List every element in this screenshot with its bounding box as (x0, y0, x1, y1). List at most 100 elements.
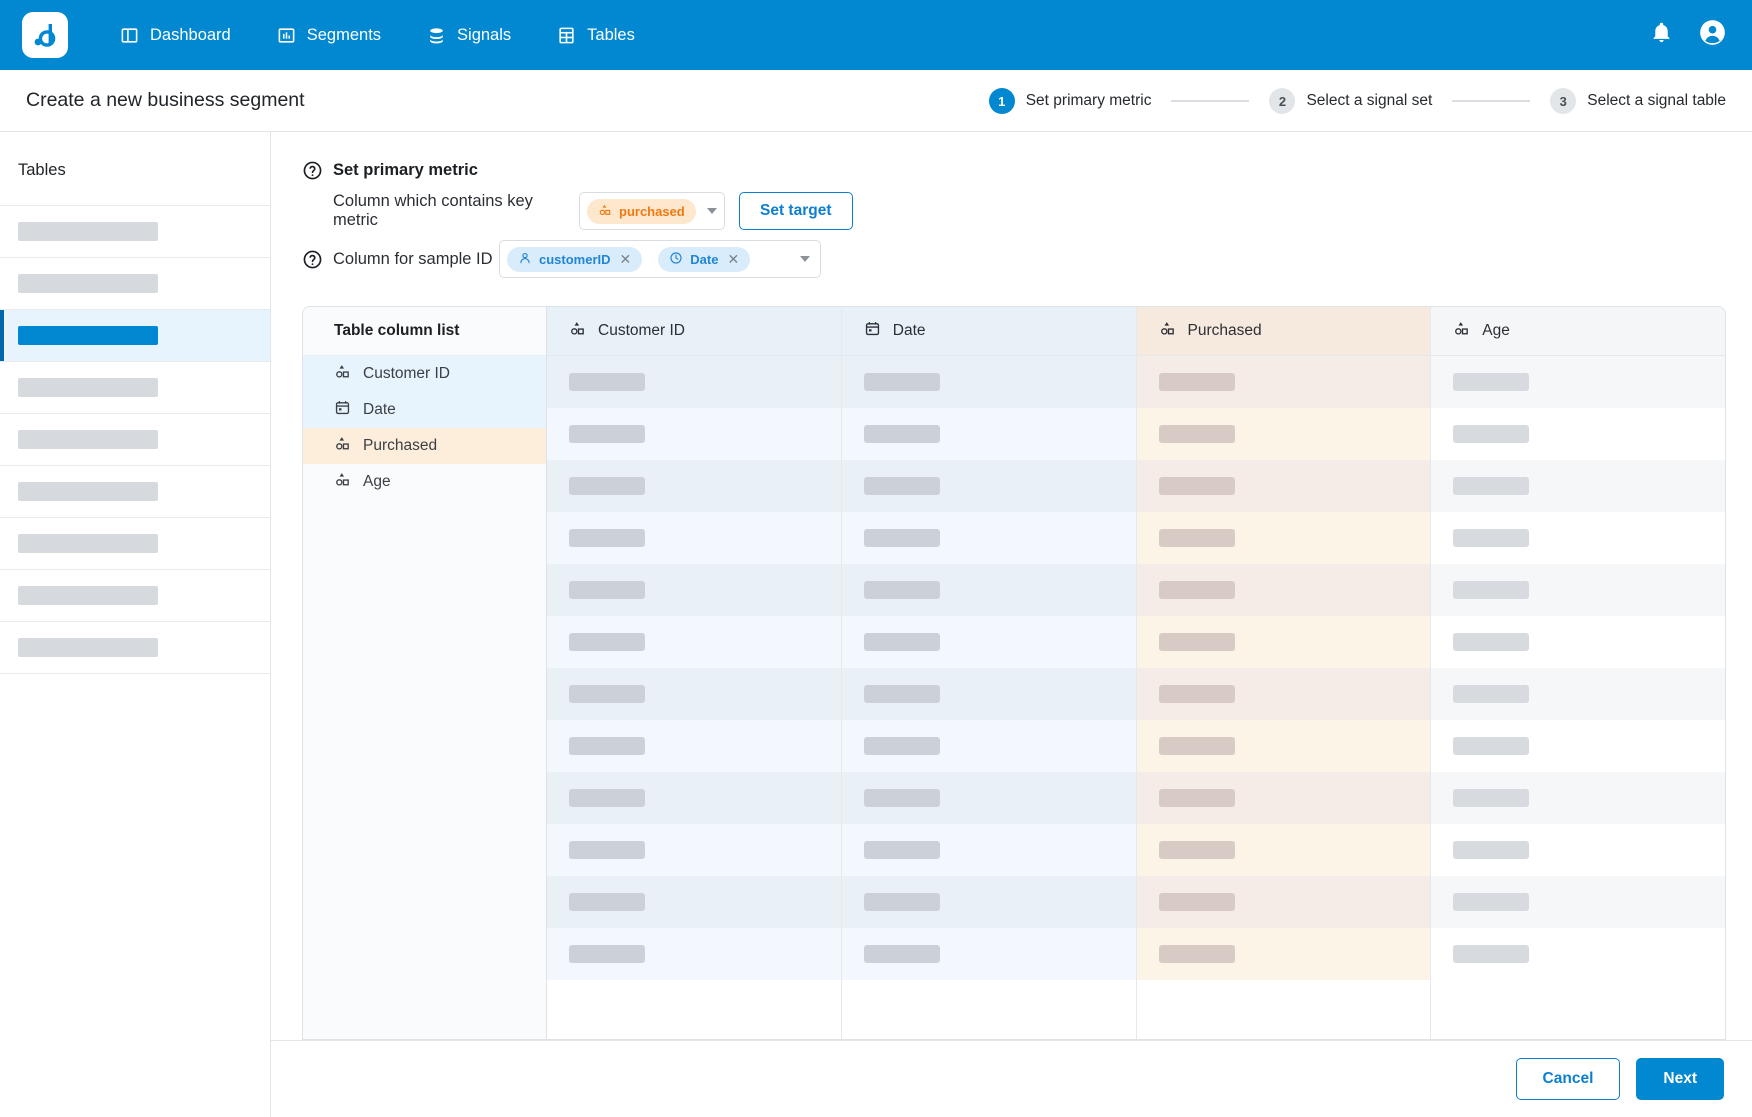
sidebar-table-item[interactable] (0, 205, 270, 258)
grid-cell (841, 668, 1136, 720)
grid-cell (841, 408, 1136, 460)
metric-chip-label: purchased (619, 203, 685, 219)
grid-cell (547, 564, 841, 616)
shapes-icon (598, 203, 612, 220)
wizard-stepper: 1 Set primary metric 2 Select a signal s… (988, 70, 1726, 132)
preview-grid: Customer ID Date Purchased Age (547, 307, 1725, 1039)
account-circle-icon[interactable] (1699, 19, 1726, 51)
nav-item-tables[interactable]: Tables (557, 0, 635, 70)
grid-header-date[interactable]: Date (841, 307, 1136, 356)
sidebar-table-item[interactable] (0, 257, 270, 310)
step-1-number: 1 (988, 88, 1015, 114)
grid-cell (547, 460, 841, 512)
sidebar-table-item[interactable] (0, 413, 270, 466)
nav-label-tables: Tables (587, 25, 635, 44)
grid-header-customer-id[interactable]: Customer ID (547, 307, 841, 356)
sample-id-select[interactable]: customerID ✕ Date ✕ (499, 240, 821, 278)
sidebar-table-item[interactable] (0, 621, 270, 674)
grid-cell (1136, 928, 1431, 980)
bell-icon[interactable] (1650, 21, 1673, 49)
nav-label-signals: Signals (457, 25, 512, 44)
step-2[interactable]: 2 Select a signal set (1269, 88, 1432, 114)
grid-cell (547, 512, 841, 564)
grid-cell (547, 824, 841, 876)
sidebar-table-item[interactable] (0, 569, 270, 622)
grid-cell (1431, 824, 1725, 876)
sidebar-table-item[interactable] (0, 465, 270, 518)
sample-chip-label: customerID (539, 251, 611, 267)
grid-cell (1431, 876, 1725, 928)
sample-chip-customer-id[interactable]: customerID ✕ (507, 246, 643, 272)
set-target-button[interactable]: Set target (739, 192, 853, 230)
column-list-label: Age (363, 473, 391, 490)
dashboard-icon (120, 26, 139, 45)
chevron-down-icon[interactable] (707, 208, 717, 214)
grid-cell (1431, 720, 1725, 772)
metric-chip[interactable]: purchased (587, 198, 696, 224)
grid-cell (547, 876, 841, 928)
nav-right-actions (1650, 0, 1726, 70)
sidebar-table-item-selected[interactable] (0, 309, 270, 362)
skeleton-bar (18, 274, 158, 293)
chevron-down-icon[interactable] (800, 256, 810, 262)
sample-chip-date[interactable]: Date ✕ (658, 246, 751, 272)
metric-select[interactable]: purchased (579, 192, 725, 230)
grid-cell (1136, 772, 1431, 824)
grid-column-age: Age (1431, 307, 1725, 1039)
table-column-list: Table column list Customer ID Date Purch… (303, 307, 547, 1039)
help-circle-icon[interactable] (302, 249, 323, 270)
grid-cell (547, 616, 841, 668)
person-icon (518, 251, 532, 268)
grid-cell (1136, 356, 1431, 408)
app-logo[interactable] (22, 12, 68, 58)
nav-item-segments[interactable]: Segments (277, 0, 381, 70)
shapes-icon (1159, 320, 1176, 342)
grid-header-label: Customer ID (598, 322, 685, 339)
step-3-label: Select a signal table (1587, 92, 1726, 109)
grid-cell (1136, 564, 1431, 616)
grid-cell (1136, 668, 1431, 720)
help-circle-icon[interactable] (302, 160, 323, 181)
column-list-item-customer-id[interactable]: Customer ID (303, 356, 546, 392)
close-icon[interactable]: ✕ (620, 251, 632, 268)
grid-cell (841, 824, 1136, 876)
grid-cell (841, 356, 1136, 408)
column-list-label: Purchased (363, 437, 438, 454)
next-button[interactable]: Next (1636, 1058, 1724, 1100)
sidebar-table-item[interactable] (0, 517, 270, 570)
shapes-icon (334, 435, 351, 457)
column-list-item-purchased[interactable]: Purchased (303, 428, 546, 464)
grid-column-date: Date (841, 307, 1137, 1039)
step-3-number: 3 (1550, 88, 1577, 114)
grid-header-age[interactable]: Age (1431, 307, 1725, 356)
step-3[interactable]: 3 Select a signal table (1550, 88, 1726, 114)
step-1-label: Set primary metric (1025, 92, 1152, 109)
primary-nav: Dashboard Segments Signals Tables (120, 0, 635, 70)
nav-item-signals[interactable]: Signals (427, 0, 511, 70)
nav-item-dashboard[interactable]: Dashboard (120, 0, 231, 70)
column-list-label: Customer ID (363, 365, 450, 382)
sample-chip-label: Date (690, 251, 719, 267)
sidebar-table-item[interactable] (0, 361, 270, 414)
cancel-button[interactable]: Cancel (1515, 1058, 1621, 1100)
sample-id-row: Column for sample ID customerID ✕ Date ✕ (302, 240, 1726, 278)
grid-cell (1431, 408, 1725, 460)
skeleton-bar (18, 222, 158, 241)
grid-cell (547, 356, 841, 408)
column-list-item-date[interactable]: Date (303, 392, 546, 428)
column-list-item-age[interactable]: Age (303, 464, 546, 500)
step-1[interactable]: 1 Set primary metric (988, 88, 1152, 114)
close-icon[interactable]: ✕ (727, 251, 739, 268)
step-2-number: 2 (1269, 88, 1296, 114)
grid-cell (547, 408, 841, 460)
skeleton-bar (18, 378, 158, 397)
bar-chart-icon (277, 26, 296, 45)
grid-cell (1136, 824, 1431, 876)
grid-cell (841, 772, 1136, 824)
calendar-icon (864, 320, 881, 342)
page-body: Tables Set primary metric Column which c… (0, 132, 1752, 1117)
calendar-icon (334, 399, 351, 421)
grid-header-purchased[interactable]: Purchased (1136, 307, 1431, 356)
skeleton-bar (18, 326, 158, 345)
nav-label-segments: Segments (306, 25, 382, 44)
